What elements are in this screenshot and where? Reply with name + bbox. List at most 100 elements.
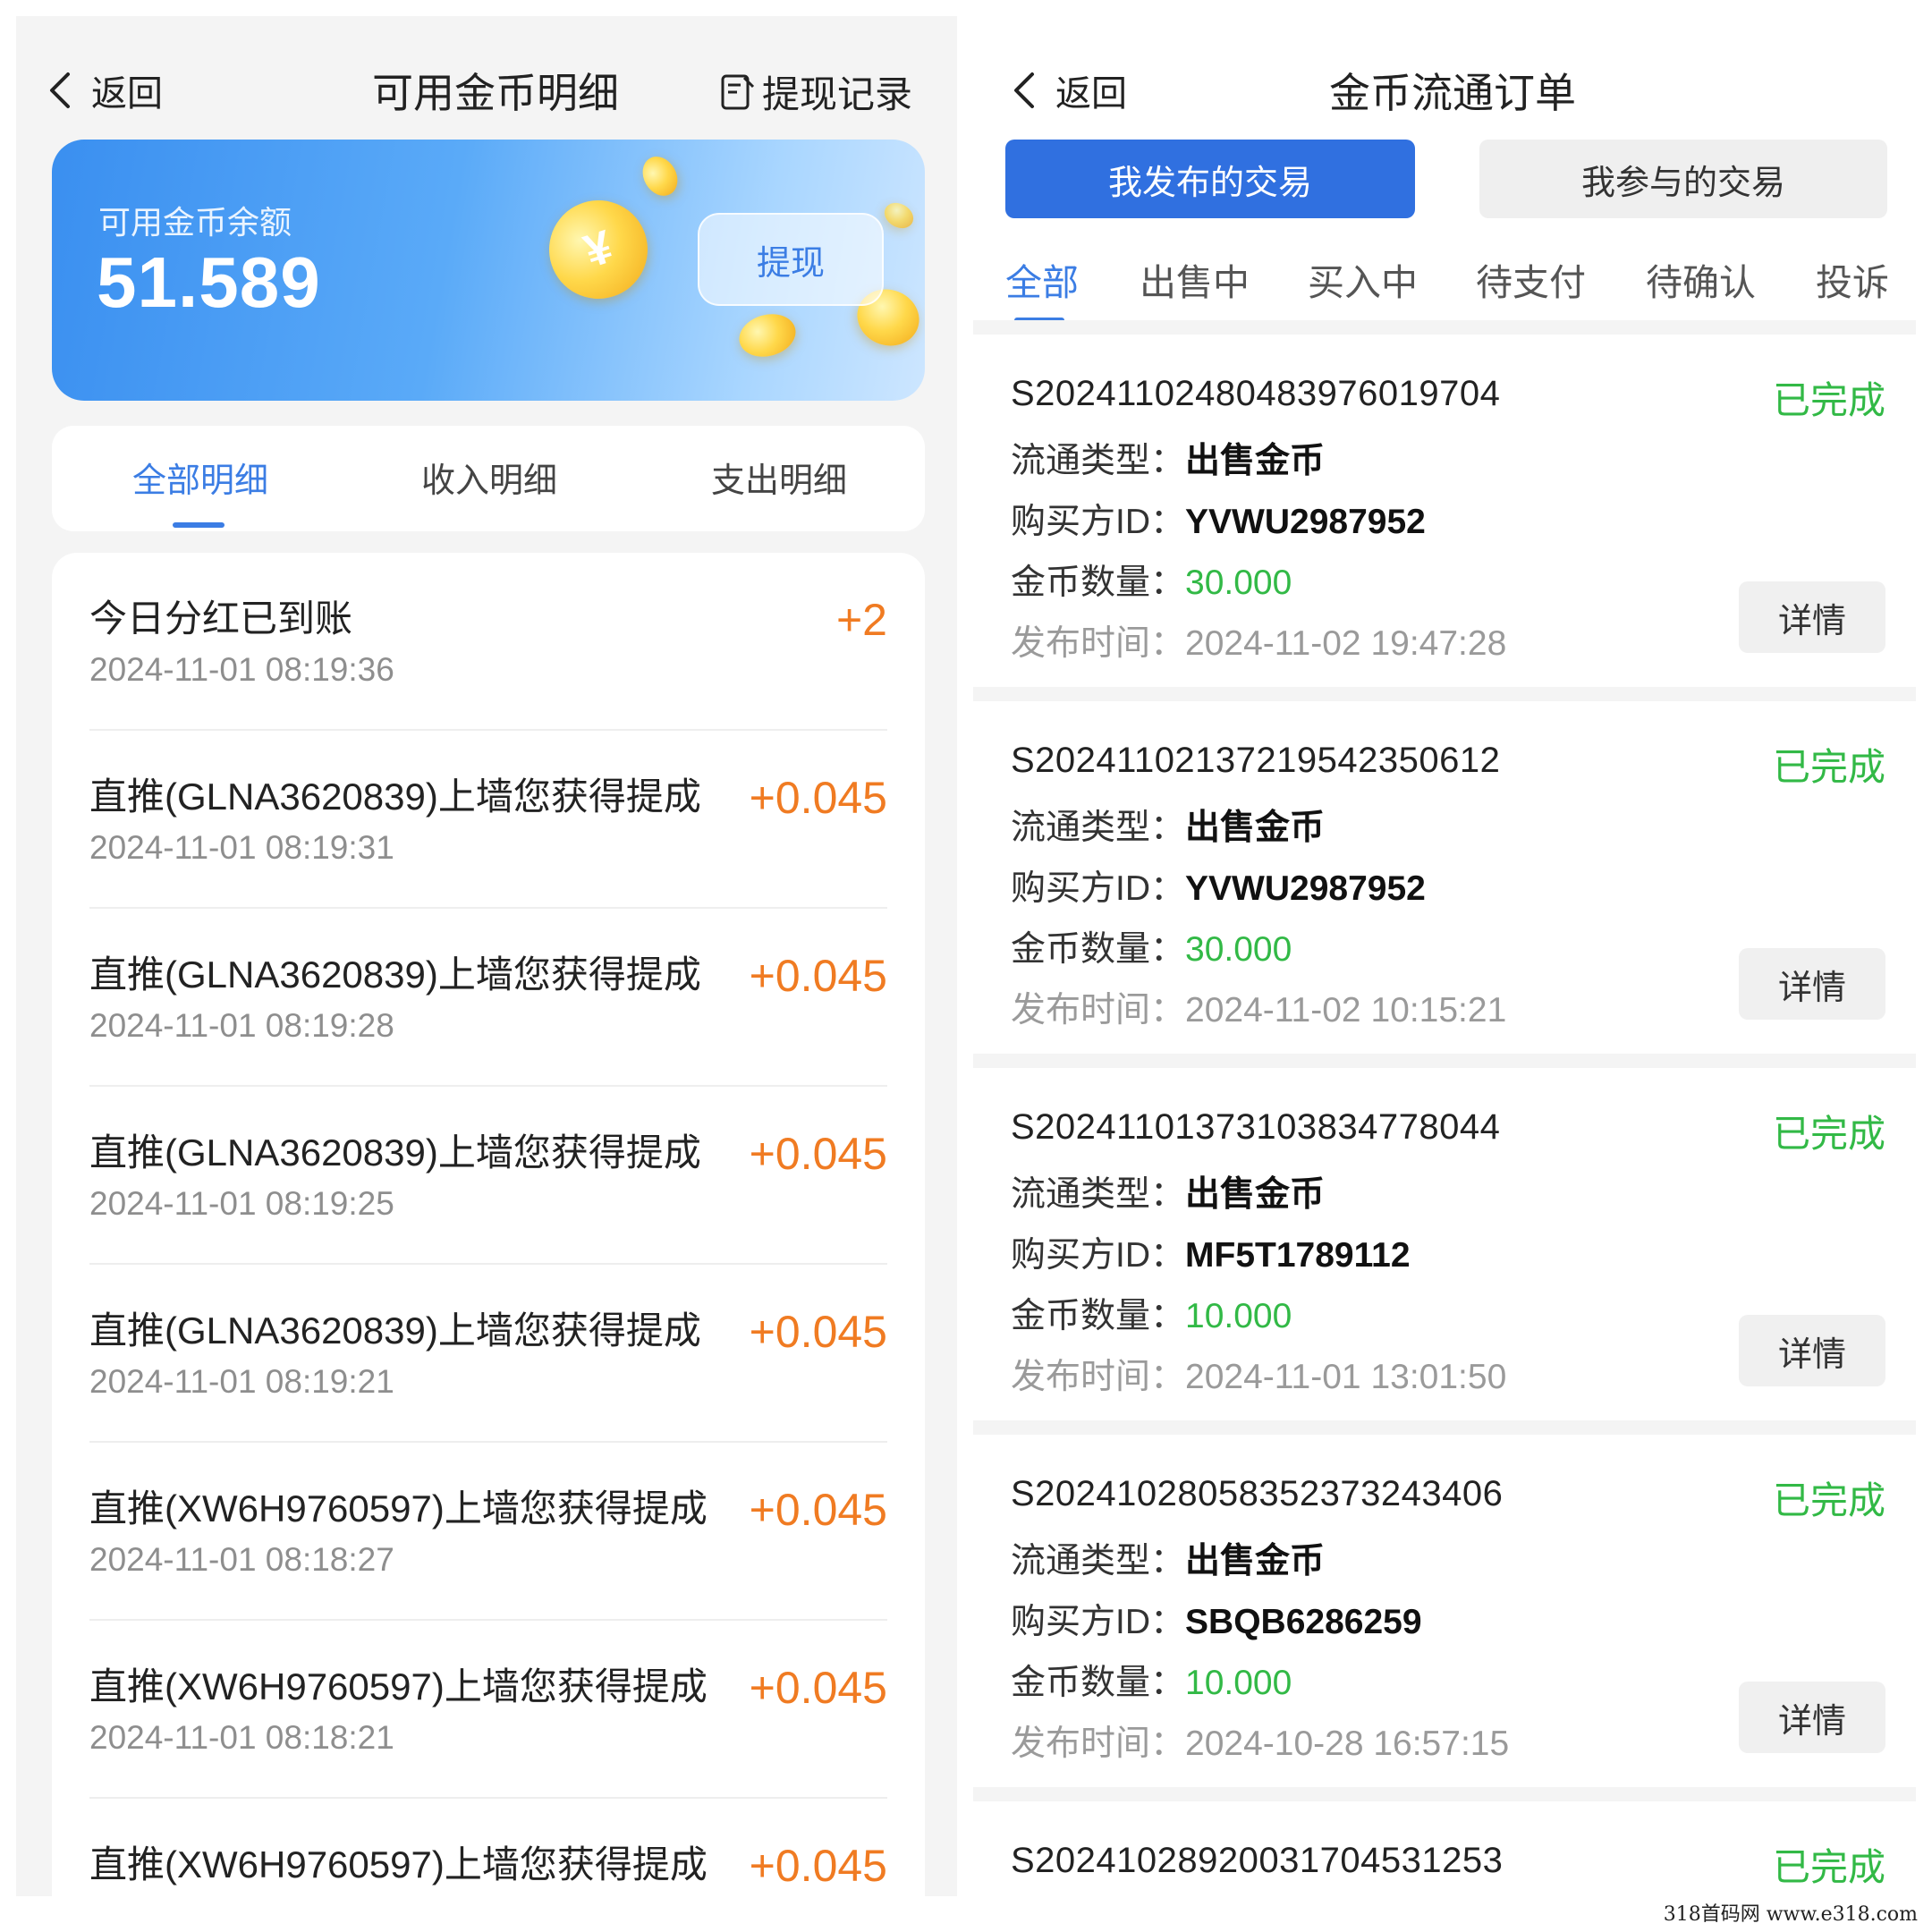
segment-my-published[interactable]: 我发布的交易 bbox=[1005, 140, 1415, 218]
time-label: 发布时间： bbox=[1011, 1358, 1186, 1396]
balance-banner: 可用金币余额 51.589 ¥ 提现 bbox=[52, 140, 925, 401]
divider bbox=[973, 1420, 1916, 1435]
order-number: S2024110248048397601970​4 bbox=[1011, 374, 1501, 413]
order-card: S2024110248048397601970​4 已完成 流通类型：出售金币 … bbox=[973, 335, 1916, 687]
item-title: 直推(XW6H9760597)上墙您获得提成 bbox=[89, 1665, 708, 1707]
time-label: 发布时间： bbox=[1011, 1724, 1186, 1763]
tab-pending-payment[interactable]: 待支付 bbox=[1476, 252, 1586, 306]
navigation-bar: 返回 可用金币明细 提现记录 bbox=[16, 16, 957, 132]
time-label: 发布时间： bbox=[1011, 991, 1186, 1030]
item-time: 2024-11-01 08:19:36 bbox=[89, 651, 394, 688]
buyer-row: 购买方ID：SBQB6286259 bbox=[1011, 1594, 1422, 1644]
tab-pending-confirm[interactable]: 待确认 bbox=[1646, 252, 1756, 306]
back-button[interactable]: 返回 bbox=[47, 64, 163, 116]
amount-label: 金币数量： bbox=[1011, 1664, 1186, 1702]
buyer-id: YVWU2987952 bbox=[1185, 869, 1426, 908]
item-time: 2024-11-01 08:18:27 bbox=[89, 1541, 394, 1578]
publish-time: 2024-11-02 10:15:21 bbox=[1185, 991, 1507, 1030]
list-item[interactable]: 今日分红已到账 2024-11-01 08:19:36 +2 bbox=[89, 553, 887, 731]
tab-selling[interactable]: 出售中 bbox=[1140, 252, 1250, 306]
item-time: 2024-11-01 08:19:31 bbox=[89, 829, 394, 866]
item-title: 直推(GLNA3620839)上墙您获得提成 bbox=[89, 775, 701, 818]
back-button[interactable]: 返回 bbox=[1011, 64, 1127, 116]
coin-icon: ¥ bbox=[536, 187, 661, 312]
buyer-row: 购买方ID：YVWU2987952 bbox=[1011, 494, 1426, 544]
divider bbox=[973, 1054, 1916, 1068]
buyer-label: 购买方ID： bbox=[1011, 869, 1186, 908]
item-amount: +0.045 bbox=[749, 1129, 887, 1179]
detail-button[interactable]: 详情 bbox=[1739, 948, 1885, 1020]
order-type-row: 流通类型：出售金币 bbox=[1011, 1533, 1325, 1583]
coin-icon bbox=[734, 308, 801, 363]
item-title: 直推(XW6H9760597)上墙您获得提成 bbox=[89, 1843, 708, 1885]
type-label: 流通类型： bbox=[1011, 442, 1186, 480]
time-label: 发布时间： bbox=[1011, 624, 1186, 663]
order-type: 出售金币 bbox=[1185, 442, 1326, 480]
item-amount: +0.045 bbox=[749, 1663, 887, 1713]
divider bbox=[973, 687, 1916, 701]
time-row: 发布时间：2024-11-02 19:47:28 bbox=[1011, 615, 1506, 665]
detail-button[interactable]: 详情 bbox=[1739, 1682, 1885, 1753]
buyer-label: 购买方ID： bbox=[1011, 1236, 1186, 1275]
tab-expense-details[interactable]: 支出明细 bbox=[711, 453, 847, 502]
item-amount: +0.045 bbox=[749, 773, 887, 823]
detail-button[interactable]: 详情 bbox=[1739, 1315, 1885, 1386]
list-item[interactable]: 直推(GLNA3620839)上墙您获得提成 2024-11-01 08:19:… bbox=[89, 731, 887, 909]
coin-amount: 30.000 bbox=[1185, 564, 1292, 602]
item-title: 今日分红已到账 bbox=[89, 597, 353, 640]
transaction-list: 今日分红已到账 2024-11-01 08:19:36 +2 直推(GLNA36… bbox=[52, 553, 925, 1896]
order-number: S20241102137219542350612 bbox=[1011, 741, 1501, 780]
time-row: 发布时间：2024-11-02 10:15:21 bbox=[1011, 982, 1506, 1032]
item-amount: +0.045 bbox=[749, 1485, 887, 1535]
balance-value: 51.589 bbox=[97, 242, 321, 322]
coin-icon bbox=[879, 198, 919, 233]
back-label: 返回 bbox=[1055, 74, 1127, 114]
order-card: S20241102137219542350612 已完成 流通类型：出售金币 购… bbox=[973, 701, 1916, 1054]
order-type-row: 流通类型：出售金币 bbox=[1011, 433, 1325, 483]
list-item[interactable]: 直推(GLNA3620839)上墙您获得提成 2024-11-01 08:19:… bbox=[89, 1265, 887, 1443]
back-label: 返回 bbox=[91, 74, 163, 114]
divider bbox=[973, 320, 1916, 335]
tab-income-details[interactable]: 收入明细 bbox=[421, 453, 557, 502]
detail-tabs: 全部明细 收入明细 支出明细 bbox=[52, 426, 925, 531]
item-title: 直推(GLNA3620839)上墙您获得提成 bbox=[89, 953, 701, 996]
divider bbox=[973, 1787, 1916, 1801]
withdraw-button[interactable]: 提现 bbox=[698, 213, 884, 306]
amount-label: 金币数量： bbox=[1011, 564, 1186, 602]
item-title: 直推(XW6H9760597)上墙您获得提成 bbox=[89, 1487, 708, 1530]
list-item[interactable]: 直推(GLNA3620839)上墙您获得提成 2024-11-01 08:19:… bbox=[89, 1087, 887, 1265]
amount-row: 金币数量：10.000 bbox=[1011, 1288, 1292, 1338]
type-label: 流通类型： bbox=[1011, 1542, 1186, 1580]
withdraw-record-button[interactable]: 提现记录 bbox=[719, 64, 912, 119]
order-type: 出售金币 bbox=[1185, 809, 1326, 847]
publish-time: 2024-11-02 19:47:28 bbox=[1185, 624, 1507, 663]
page-title: 可用金币明细 bbox=[372, 70, 619, 116]
list-item[interactable]: 直推(XW6H9760597)上墙您获得提成 2024-11-01 08:18:… bbox=[89, 1443, 887, 1621]
item-time: 2024-11-01 08:18:21 bbox=[89, 1719, 394, 1756]
list-item[interactable]: 直推(GLNA3620839)上墙您获得提成 2024-11-01 08:19:… bbox=[89, 909, 887, 1087]
tab-all-details[interactable]: 全部明细 bbox=[132, 453, 268, 502]
list-item[interactable]: 直推(XW6H9760597)上墙您获得提成 2024-11-01 08:18:… bbox=[89, 1621, 887, 1799]
coin-amount: 30.000 bbox=[1185, 930, 1292, 969]
coin-amount: 10.000 bbox=[1185, 1297, 1292, 1335]
balance-label: 可用金币余额 bbox=[98, 204, 292, 241]
detail-button[interactable]: 详情 bbox=[1739, 581, 1885, 653]
segment-my-participated[interactable]: 我参与的交易 bbox=[1479, 140, 1887, 218]
coin-amount: 10.000 bbox=[1185, 1664, 1292, 1702]
buyer-id: MF5T1789112 bbox=[1185, 1236, 1411, 1275]
list-item[interactable]: 直推(XW6H9760597)上墙您获得提成 +0.045 bbox=[89, 1799, 887, 1896]
item-amount: +2 bbox=[835, 595, 887, 645]
order-type: 出售金币 bbox=[1185, 1542, 1326, 1580]
item-time: 2024-11-01 08:19:25 bbox=[89, 1185, 394, 1222]
order-type: 出售金币 bbox=[1185, 1175, 1326, 1214]
coin-detail-screen: 返回 可用金币明细 提现记录 可用金币余额 51.589 ¥ 提现 全部明细 收… bbox=[16, 16, 957, 1896]
item-title: 直推(GLNA3620839)上墙您获得提成 bbox=[89, 1309, 701, 1352]
order-status: 已完成 bbox=[1772, 1113, 1885, 1155]
tab-complaint[interactable]: 投诉 bbox=[1816, 252, 1889, 306]
order-type-row: 流通类型：出售金币 bbox=[1011, 800, 1325, 850]
item-amount: +0.045 bbox=[749, 951, 887, 1001]
type-label: 流通类型： bbox=[1011, 1175, 1186, 1214]
record-icon bbox=[721, 74, 755, 109]
tab-buying[interactable]: 买入中 bbox=[1308, 252, 1418, 306]
tab-all[interactable]: 全部 bbox=[1005, 252, 1079, 306]
